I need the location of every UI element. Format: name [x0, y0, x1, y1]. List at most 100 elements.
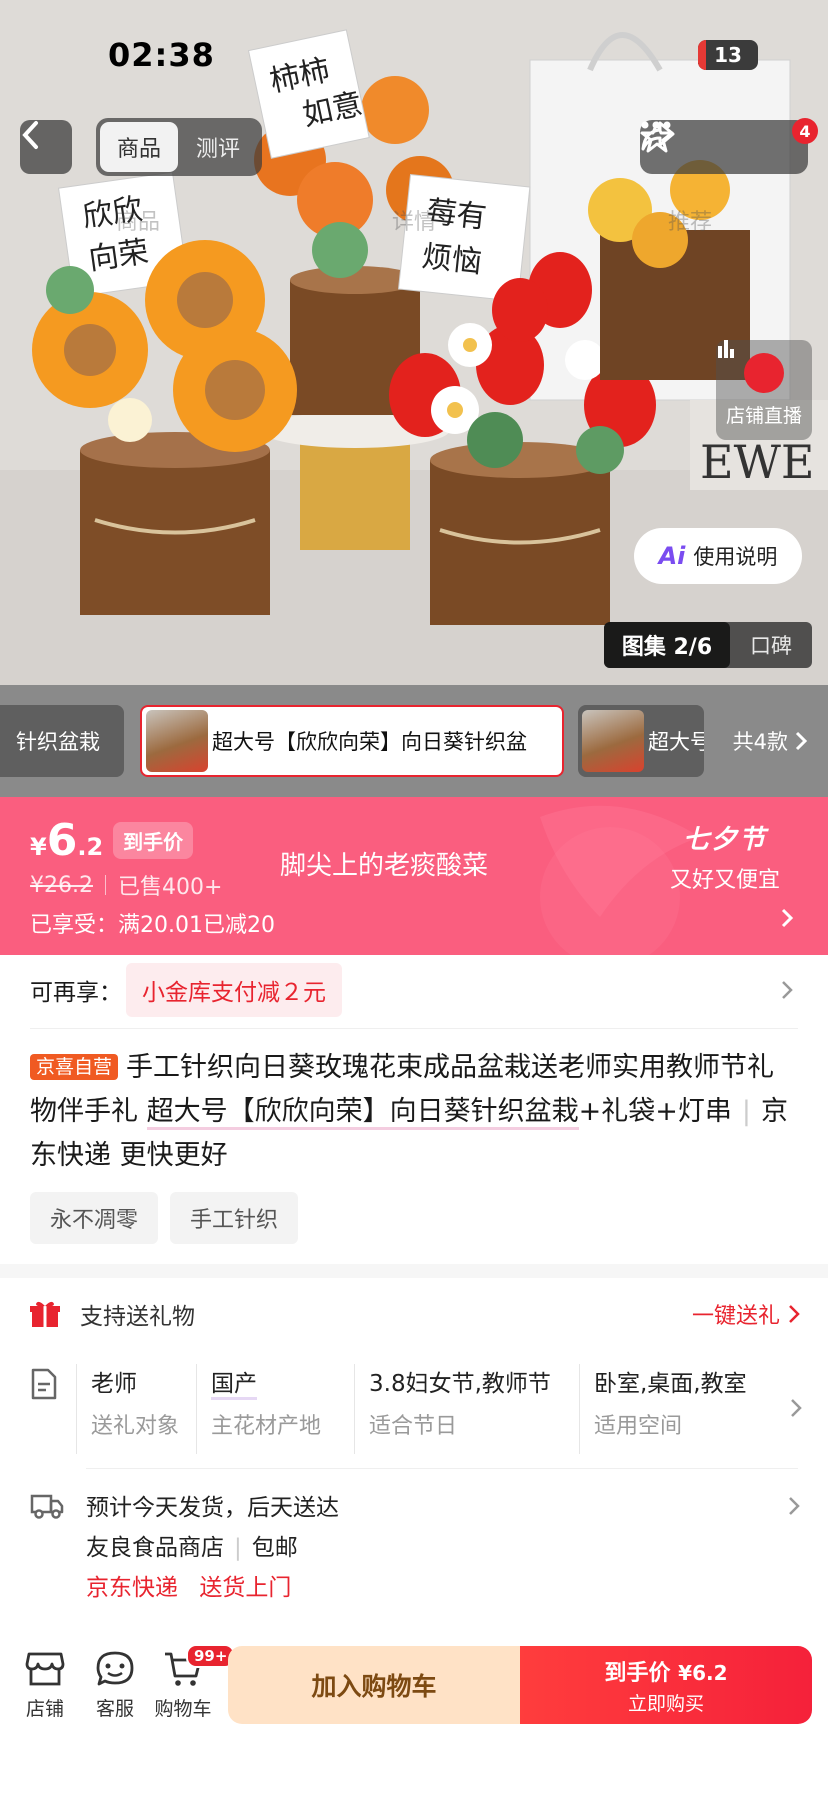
message-badge: 4: [792, 118, 818, 144]
back-button[interactable]: [20, 120, 72, 174]
attribute-value: 国产: [211, 1364, 340, 1400]
gift-label: 支持送礼物: [80, 1304, 195, 1330]
product-tags: 永不凋零 手工针织: [30, 1192, 299, 1244]
store-live-label: 店铺直播: [725, 404, 802, 427]
gallery-tabs: 图集 2/6 口碑: [604, 622, 812, 668]
festival-promo: 七夕节 又好又便宜: [670, 819, 780, 894]
add-to-cart-button[interactable]: 加入购物车: [228, 1646, 520, 1724]
price-banner[interactable]: ¥ 6 .2 到手价 ¥26.2 已售400+ 已享受：满20.01已减20 脚…: [0, 797, 828, 955]
one-click-gift-label: 一键送礼: [691, 1304, 780, 1329]
door-delivery: 送货上门: [199, 1575, 292, 1601]
status-bar: 02:38 13: [0, 0, 828, 110]
document-icon: [30, 1364, 60, 1454]
buy-now-label: 立即购买: [627, 1692, 704, 1715]
variant-thumbnail: [146, 710, 208, 772]
store-button[interactable]: 店铺: [10, 1650, 80, 1721]
extra-promo-chip: 小金库支付减２元: [126, 963, 342, 1017]
ghost-tab-detail: 详情: [391, 210, 436, 235]
discount-applied: 已享受：满20.01已减20: [30, 913, 275, 938]
variant-label: 针织盆栽: [16, 730, 100, 754]
chat-icon: [96, 1651, 134, 1686]
attribute-origin: 国产 主花材产地: [196, 1364, 354, 1454]
final-price-tag: 到手价: [113, 822, 194, 859]
gallery-tab-reviews[interactable]: 口碑: [730, 630, 812, 660]
store-live-button[interactable]: 店铺直播: [716, 340, 812, 440]
buy-now-button[interactable]: 到手价 ¥6.2 立即购买: [520, 1646, 812, 1724]
extra-promo-label: 可再享：: [30, 980, 122, 1006]
shipping-row[interactable]: 预计今天发货，后天送达 友良食品商店 | 包邮 京东快递 送货上门: [30, 1488, 800, 1608]
attribute-gift-target: 老师 送礼对象: [76, 1364, 196, 1454]
status-icons: 13: [698, 40, 758, 70]
festival-subtitle: 又好又便宜: [669, 868, 780, 893]
gift-icon: [30, 1301, 60, 1327]
original-price: ¥26.2: [30, 872, 93, 898]
buy-now-price: ¥6.2: [678, 1660, 728, 1685]
gallery-tab-images[interactable]: 图集 2/6: [604, 622, 730, 668]
service-label: 客服: [95, 1698, 134, 1720]
divider: [30, 1028, 798, 1029]
attributes-row[interactable]: 老师 送礼对象 国产 主花材产地 3.8妇女节,教师节 适合节日 卧室,桌面,教…: [30, 1364, 802, 1454]
cart-label: 购物车: [154, 1698, 212, 1720]
live-icon: [718, 340, 784, 393]
more-icon[interactable]: [640, 120, 672, 130]
attribute-key: 送礼对象: [91, 1414, 180, 1439]
usage-guide-button[interactable]: Ai 使用说明: [634, 528, 802, 584]
sold-count: 已售400+: [117, 875, 223, 900]
variant-option[interactable]: 针织盆栽: [0, 705, 124, 777]
variant-thumbnail: [582, 710, 644, 772]
final-price: ¥ 6 .2 到手价: [30, 819, 194, 865]
separator: [104, 875, 106, 895]
truck-icon: [30, 1494, 64, 1519]
segment-product[interactable]: 商品: [100, 122, 178, 172]
carrier-name: 京东快递: [86, 1575, 178, 1601]
chevron-left-icon: [22, 121, 38, 149]
store-label: 店铺: [25, 1698, 64, 1720]
segment-review[interactable]: 测评: [178, 122, 258, 172]
product-hero-image[interactable]: EWE 柿柿 如意 莓有 烦恼 欣欣 向荣 02:38 13 商品 测评 4 商…: [0, 0, 828, 685]
battery-indicator: 13: [698, 40, 758, 70]
shop-info: 友良食品商店 | 包邮: [86, 1528, 800, 1568]
attribute-key: 主花材产地: [211, 1414, 322, 1439]
attribute-value: 老师: [91, 1371, 137, 1397]
self-operated-badge: 京喜自营: [30, 1054, 119, 1080]
buy-now-price-line: 到手价 ¥6.2: [604, 1655, 727, 1687]
battery-level: 13: [714, 43, 742, 67]
buy-now-price-label: 到手价: [604, 1660, 671, 1686]
chevron-right-icon: [789, 1497, 800, 1515]
variant-strip: 针织盆栽 超大号【欣欣向荣】向日葵针织盆 超大号 共4款: [0, 685, 828, 797]
extra-promo-row[interactable]: 可再享： 小金库支付减２元: [0, 955, 828, 1025]
attribute-space: 卧室,桌面,教室 适用空间: [579, 1364, 779, 1454]
original-price-row: ¥26.2 已售400+: [30, 869, 222, 901]
chevron-right-icon: [789, 1305, 800, 1323]
attribute-value-text: 国产: [211, 1371, 257, 1400]
festival-title: 七夕节: [682, 825, 767, 855]
variant-option-selected[interactable]: 超大号【欣欣向荣】向日葵针织盆: [140, 705, 564, 777]
attribute-key: 适用空间: [594, 1414, 683, 1439]
separator: |: [234, 1535, 242, 1561]
cart-button[interactable]: 购物车 99+: [148, 1644, 236, 1721]
ghost-section-tabs: 商品 详情 推荐: [0, 190, 828, 250]
one-click-gift-button[interactable]: 一键送礼: [692, 1298, 800, 1330]
shop-phrase: 脚尖上的老痰酸菜: [280, 851, 489, 881]
attribute-key: 适合节日: [369, 1414, 458, 1439]
title-separator: |: [741, 1096, 751, 1127]
free-shipping: 包邮: [251, 1535, 298, 1561]
variant-count-button[interactable]: 共4款: [733, 705, 808, 777]
attribute-festival: 3.8妇女节,教师节 适合节日: [354, 1364, 579, 1454]
customer-service-button[interactable]: 客服: [80, 1650, 150, 1721]
page-segment-switch: 商品 测评: [96, 118, 262, 176]
variant-option[interactable]: 超大号: [578, 705, 704, 777]
price-currency: ¥: [30, 833, 47, 861]
chevron-right-icon: [781, 908, 794, 928]
gift-row[interactable]: 支持送礼物 一键送礼: [30, 1290, 800, 1338]
chevron-right-icon: [782, 981, 793, 999]
store-icon: [25, 1652, 65, 1686]
carrier-info: 京东快递 送货上门: [86, 1568, 800, 1608]
variant-count-label: 共4款: [732, 730, 788, 754]
ghost-tab-recommend: 推荐: [667, 210, 712, 235]
product-tag: 手工针织: [170, 1192, 299, 1244]
variant-label: 超大号: [648, 730, 704, 754]
ai-icon: Ai: [658, 542, 686, 570]
title-variant-highlight: 超大号【欣欣向荣】向日葵针织盆栽: [146, 1096, 579, 1130]
svg-text:EWE: EWE: [700, 435, 814, 489]
